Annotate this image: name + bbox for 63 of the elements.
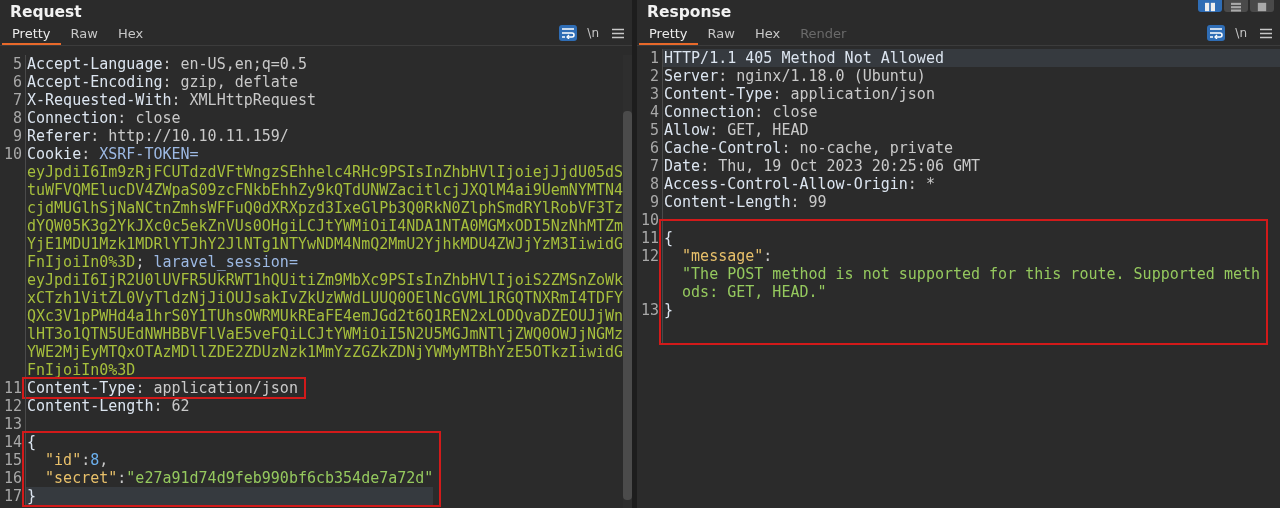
code-line: Connection: close — [663, 103, 819, 121]
line-number: 12 — [639, 247, 659, 267]
line-number: 11 — [639, 229, 659, 247]
layout-single-button[interactable] — [1250, 0, 1274, 12]
code-line: Server: nginx/1.18.0 (Ubuntu) — [663, 67, 927, 85]
code-line: Connection: close — [26, 109, 182, 127]
line-number: 5 — [648, 121, 659, 139]
code-line: X-Requested-With: XMLHttpRequest — [26, 91, 317, 109]
line-number: 9 — [11, 127, 22, 145]
code-line: Accept-Encoding: gzip, deflate — [26, 73, 299, 91]
line-number: 6 — [648, 139, 659, 157]
line-number: 5 — [11, 55, 22, 73]
code-line: Cache-Control: no-cache, private — [663, 139, 954, 157]
code-line: { — [663, 229, 675, 247]
line-number: 9 — [648, 193, 659, 211]
code-line: Date: Thu, 19 Oct 2023 20:25:06 GMT — [663, 157, 982, 175]
layout-rows-button[interactable] — [1224, 0, 1248, 12]
code-line: Content-Type: application/json — [26, 379, 298, 397]
line-number: 7 — [11, 91, 22, 109]
code-line: Referer: http://10.10.11.159/ — [26, 127, 290, 145]
wrap-toggle[interactable] — [1207, 25, 1226, 41]
tab[interactable]: Raw — [697, 24, 745, 45]
line-number: 12 — [2, 397, 22, 415]
code-line: Access-Control-Allow-Origin: * — [663, 175, 936, 193]
code-line: Allow: GET, HEAD — [663, 121, 810, 139]
line-number: 8 — [648, 175, 659, 193]
wrap-toggle[interactable] — [559, 25, 578, 41]
code-line: Accept-Language: en-US,en;q=0.5 — [26, 55, 308, 73]
line-number: 3 — [648, 85, 659, 103]
line-number: 2 — [648, 67, 659, 85]
layout-columns-button[interactable] — [1198, 0, 1222, 12]
line-number: 8 — [11, 109, 22, 127]
code-line: Content-Length: 62 — [26, 397, 191, 415]
panel-title: Request — [10, 3, 82, 21]
line-number: 16 — [2, 469, 22, 487]
code-line: Content-Type: application/json — [663, 85, 936, 103]
line-number: 4 — [648, 103, 659, 121]
code-line: "secret":"e27a91d74d9feb990bf6cb354de7a72d" — [44, 469, 434, 487]
line-number: 10 — [2, 145, 22, 165]
line-number: 17 — [2, 487, 22, 505]
line-number: 7 — [648, 157, 659, 175]
line-number: 13 — [639, 301, 659, 319]
code-line: { — [26, 433, 38, 451]
code-line: } — [663, 301, 675, 319]
code-line: "id":8, — [44, 451, 110, 469]
newline-toggle[interactable]: \n — [1235, 25, 1247, 41]
tab[interactable]: Hex — [107, 24, 154, 45]
line-number: 6 — [11, 73, 22, 91]
line-number: 13 — [2, 415, 22, 433]
line-number: 14 — [2, 433, 22, 451]
tab[interactable]: Raw — [60, 24, 108, 45]
line-number: 15 — [2, 451, 22, 469]
tab[interactable]: Hex — [744, 24, 791, 45]
code-line: Content-Length: 99 — [663, 193, 828, 211]
line-number: 11 — [2, 379, 22, 397]
tab[interactable]: Pretty — [2, 24, 61, 45]
line-number: 10 — [639, 211, 659, 229]
code-line: "message": "The POST method is not supported for this route. Supported methods: GET, HEAD." — [681, 247, 1260, 301]
panel-title: Response — [647, 3, 732, 21]
tab[interactable]: Pretty — [639, 24, 698, 45]
line-number: 1 — [648, 49, 659, 67]
newline-toggle[interactable]: \n — [587, 25, 599, 41]
code-line: Cookie: XSRF-TOKEN= eyJpdiI6Im9zRjFCUTdzdVFtWngzSEhhelc4RHc9PSIsInZhbHVlIjoiejJjdU05dStuWFVQMElucDV4ZWpaS09zcFNkbEhhZy9kQTdUNWZacitlcjJXQlM4ai9UemNYMTN4cjdMUGlhSjNaNCtnZmhsWFFuQ0dXRXpzd3IxeGlPb3Q0RkN0ZlphSmdRYlRobVF3TzdYQW05K3g2YkJXc0c5ekZnVUs0OHgiLCJtYWMiOiI4NDA1NTA0MGMxODI5NzNhMTZmYjE1MDU1Mzk1MDRlYTJhY2JlNTg1NTYwNDM4NmQ2MmU2YjhkMDU4ZWJjYzM3IiwidGFnIjoiIn0%3D; laravel_session= eyJpdiI6IjR2U0lUVFR5UkRWT1hQUitiZm9MbXc9PSIsInZhbHVlIjoiS2ZMSnZoWkxCTzh1VitZL0VyTldzNjJiOUJsakIvZkUzWWdLUUQ0OElNcGVML1RGQTNXRmI4TDFYQXc3V1pPWHd4a1hrS0Y1TUhsOWRMUkREaFE4emJGd2t6Q1REN2xLODQvaDZEOUJjWnlHT3o1QTN5UEdNWHBBVFlVaE5veFQiLCJtYWMiOiI5N2U5MGJmNTljZWQ0OWJjNGMzYWE2MjEyMTQxOTAzMDllZDE2ZDUzNzk1MmYzZGZkZDNjYWMyMTBhYzE5OTkzIiwidGFnIjoiIn0%3D — [26, 145, 623, 379]
